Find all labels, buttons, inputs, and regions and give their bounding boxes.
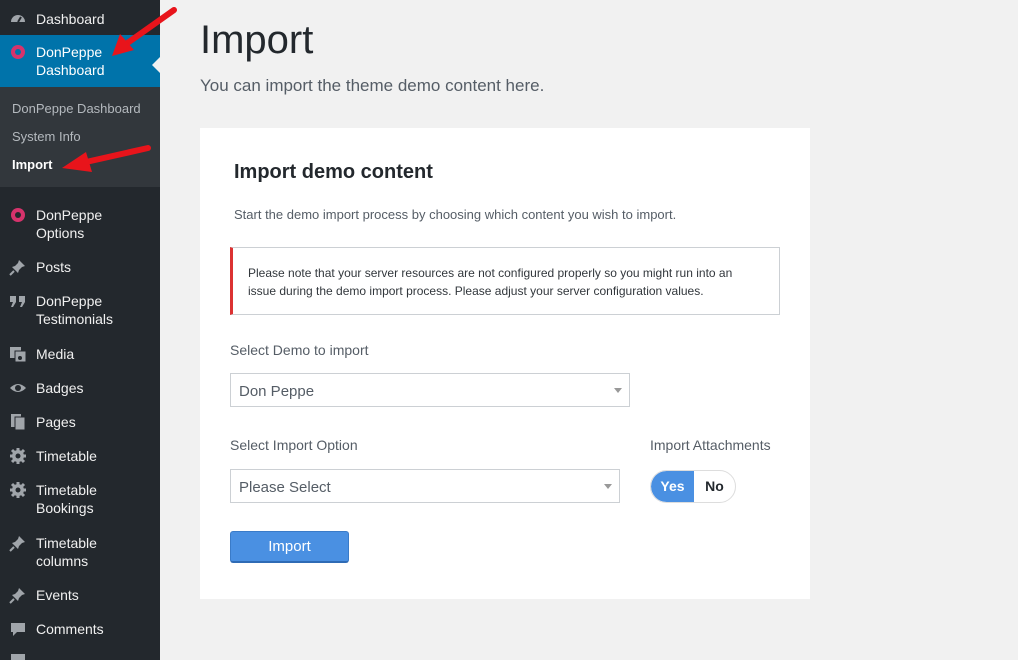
sidebar-item-media[interactable]: Media — [0, 345, 160, 365]
sidebar-item-donpeppe-options[interactable]: DonPeppe Options — [0, 206, 160, 242]
sidebar-item-label: Timetable — [36, 448, 97, 464]
sidebar-item-partial[interactable] — [0, 652, 160, 660]
comment-icon — [9, 620, 27, 638]
sidebar-item-timetable-bookings[interactable]: Timetable Bookings — [0, 481, 160, 517]
sidebar-item-timetable[interactable]: Timetable — [0, 447, 160, 467]
contact-icon — [9, 652, 27, 660]
pages-icon — [9, 413, 27, 431]
quote-icon — [9, 292, 27, 310]
select-demo-dropdown[interactable]: Don Peppe — [230, 373, 630, 407]
server-warning-notice: Please note that your server resources a… — [230, 247, 780, 315]
toggle-no-option[interactable]: No — [694, 471, 735, 502]
import-attachments-toggle[interactable]: Yes No — [650, 470, 736, 503]
submenu-item-import[interactable]: Import — [12, 157, 52, 172]
sidebar-item-label: Badges — [36, 380, 84, 396]
sidebar-item-label: DonPeppe Dashboard — [36, 44, 105, 78]
sidebar-item-timetable-columns[interactable]: Timetable columns — [0, 534, 160, 570]
select-demo-label: Select Demo to import — [230, 342, 369, 358]
annotation-arrow-icon — [62, 145, 151, 172]
gear-icon — [9, 447, 27, 465]
sidebar-item-label: DonPeppe Options — [36, 207, 103, 241]
card-description: Start the demo import process by choosin… — [234, 207, 677, 222]
donpeppe-options-icon — [9, 206, 27, 224]
donpeppe-icon — [9, 43, 27, 61]
sidebar-item-label: Events — [36, 587, 79, 603]
sidebar-item-pages[interactable]: Pages — [0, 413, 160, 433]
sidebar-item-label: Posts — [36, 259, 72, 275]
sidebar-item-events[interactable]: Events — [0, 586, 160, 606]
pin-icon — [9, 586, 27, 604]
import-button[interactable]: Import — [230, 531, 349, 563]
select-import-option-dropdown[interactable]: Please Select — [230, 469, 620, 503]
sidebar-item-label: Dashboard — [36, 11, 105, 27]
sidebar-item-comments[interactable]: Comments — [0, 620, 160, 640]
card-title: Import demo content — [234, 161, 433, 183]
import-card: Import demo content Start the demo impor… — [200, 128, 810, 599]
sidebar-item-label: Pages — [36, 414, 76, 430]
sidebar-item-donpeppe-testimonials[interactable]: DonPeppe Testimonials — [0, 292, 160, 328]
notice-line: issue during the demo import process. Pl… — [248, 284, 704, 298]
sidebar-item-label: Timetable columns — [36, 535, 97, 569]
chevron-down-icon — [614, 388, 622, 393]
sidebar-item-badges[interactable]: Badges — [0, 379, 160, 399]
eye-icon — [9, 379, 27, 397]
sidebar-item-label: Comments — [36, 621, 104, 637]
sidebar-item-label: Timetable Bookings — [36, 482, 97, 516]
sidebar-item-label: Media — [36, 346, 75, 362]
page-title: Import — [200, 18, 314, 62]
annotation-arrow-icon — [112, 7, 177, 56]
main-content: Import You can import the theme demo con… — [160, 0, 1018, 660]
chevron-down-icon — [604, 484, 612, 489]
admin-sidebar: Dashboard DonPeppe Dashboard DonPeppe Da… — [0, 0, 160, 660]
pin-icon — [9, 258, 27, 276]
pin-icon — [9, 534, 27, 552]
import-attachments-label: Import Attachments — [650, 437, 771, 453]
submenu-item-donpeppe-dashboard[interactable]: DonPeppe Dashboard — [12, 101, 141, 116]
notice-line: Please note that your server resources a… — [248, 266, 733, 280]
sidebar-item-label: DonPeppe Testimonials — [36, 293, 114, 327]
page-subtitle: You can import the theme demo content he… — [200, 76, 545, 95]
media-icon — [9, 345, 27, 363]
dashboard-icon — [9, 9, 27, 27]
select-import-option-value: Please Select — [239, 479, 331, 496]
gear-icon — [9, 481, 27, 499]
sidebar-item-posts[interactable]: Posts — [0, 258, 160, 278]
select-import-option-label: Select Import Option — [230, 437, 358, 453]
toggle-yes-option[interactable]: Yes — [651, 471, 694, 502]
select-demo-value: Don Peppe — [239, 383, 315, 400]
